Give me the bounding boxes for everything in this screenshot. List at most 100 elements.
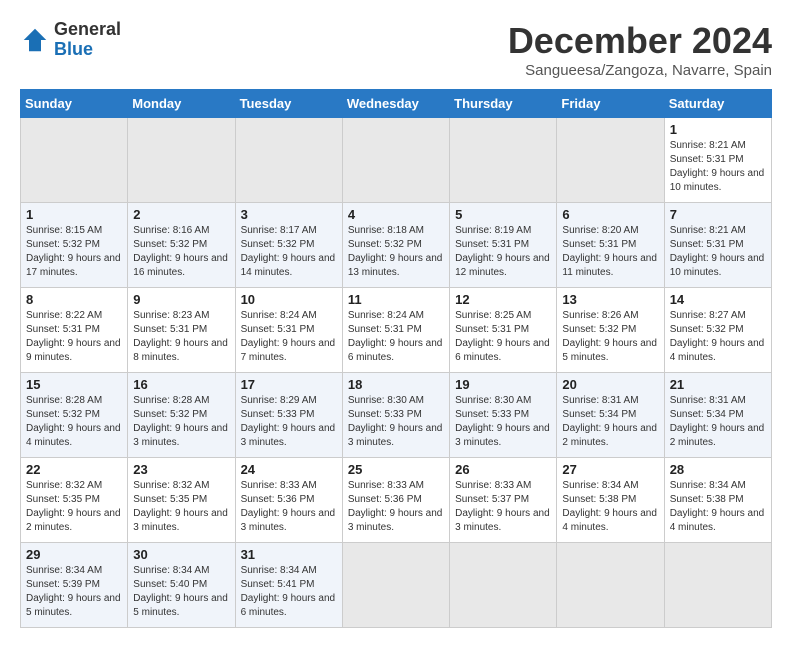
- calendar-cell: 27 Sunrise: 8:34 AMSunset: 5:38 PMDayligh…: [557, 458, 664, 543]
- calendar-cell: [664, 543, 771, 628]
- day-number: 27: [562, 462, 658, 477]
- day-info: Sunrise: 8:19 AMSunset: 5:31 PMDaylight:…: [455, 224, 551, 280]
- calendar-cell: 23 Sunrise: 8:32 AMSunset: 5:35 PMDayligh…: [128, 458, 235, 543]
- day-number: 1: [670, 122, 766, 137]
- calendar-cell: 25Sunrise: 8:33 AMSunset: 5:36 PMDayligh…: [342, 458, 449, 543]
- day-number: 24: [241, 462, 337, 477]
- calendar-cell: 26Sunrise: 8:33 AMSunset: 5:37 PMDayligh…: [450, 458, 557, 543]
- logo-blue: Blue: [54, 40, 121, 60]
- day-info: Sunrise: 8:29 AMSunset: 5:33 PMDaylight:…: [241, 394, 337, 450]
- calendar-cell: 4 Sunrise: 8:18 AMSunset: 5:32 PMDaylight…: [342, 203, 449, 288]
- day-info: Sunrise: 8:15 AMSunset: 5:32 PMDaylight:…: [26, 224, 122, 280]
- calendar-cell: [450, 543, 557, 628]
- day-number: 28: [670, 462, 766, 477]
- calendar-cell: 17 Sunrise: 8:29 AMSunset: 5:33 PMDayligh…: [235, 373, 342, 458]
- day-number: 31: [241, 547, 337, 562]
- page-header: General Blue December 2024 Sangueesa/Zan…: [20, 20, 772, 79]
- day-number: 17: [241, 377, 337, 392]
- calendar-cell: 21 Sunrise: 8:31 AMSunset: 5:34 PMDayligh…: [664, 373, 771, 458]
- day-number: 13: [562, 292, 658, 307]
- calendar-week-row: 15 Sunrise: 8:28 AMSunset: 5:32 PMDayligh…: [21, 373, 772, 458]
- day-number: 15: [26, 377, 122, 392]
- calendar-cell: 20 Sunrise: 8:31 AMSunset: 5:34 PMDayligh…: [557, 373, 664, 458]
- day-info: Sunrise: 8:27 AMSunset: 5:32 PMDaylight:…: [670, 309, 766, 365]
- calendar-cell: 19 Sunrise: 8:30 AMSunset: 5:33 PMDayligh…: [450, 373, 557, 458]
- day-number: 22: [26, 462, 122, 477]
- calendar-cell: [128, 118, 235, 203]
- day-number: 5: [455, 207, 551, 222]
- calendar-cell: 11 Sunrise: 8:24 AMSunset: 5:31 PMDayligh…: [342, 288, 449, 373]
- day-info: Sunrise: 8:26 AMSunset: 5:32 PMDaylight:…: [562, 309, 658, 365]
- calendar-cell: 13 Sunrise: 8:26 AMSunset: 5:32 PMDayligh…: [557, 288, 664, 373]
- day-number: 30: [133, 547, 229, 562]
- day-number: 16: [133, 377, 229, 392]
- calendar-cell: [342, 118, 449, 203]
- day-number: 20: [562, 377, 658, 392]
- day-info: Sunrise: 8:18 AMSunset: 5:32 PMDaylight:…: [348, 224, 444, 280]
- day-number: 1: [26, 207, 122, 222]
- day-info: Sunrise: 8:21 AMSunset: 5:31 PMDaylight:…: [670, 139, 766, 195]
- calendar-cell: [557, 543, 664, 628]
- day-info: Sunrise: 8:33 AMSunset: 5:37 PMDaylight:…: [455, 479, 551, 535]
- calendar-cell: 18 Sunrise: 8:30 AMSunset: 5:33 PMDayligh…: [342, 373, 449, 458]
- calendar-cell: 2Sunrise: 8:16 AMSunset: 5:32 PMDaylight…: [128, 203, 235, 288]
- calendar-cell: 1 Sunrise: 8:21 AMSunset: 5:31 PMDaylight…: [664, 118, 771, 203]
- calendar-cell: [342, 543, 449, 628]
- day-number: 10: [241, 292, 337, 307]
- day-info: Sunrise: 8:30 AMSunset: 5:33 PMDaylight:…: [348, 394, 444, 450]
- day-number: 9: [133, 292, 229, 307]
- month-title: December 2024: [508, 20, 772, 62]
- day-number: 23: [133, 462, 229, 477]
- calendar-cell: 1 Sunrise: 8:15 AMSunset: 5:32 PMDaylight…: [21, 203, 128, 288]
- day-info: Sunrise: 8:24 AMSunset: 5:31 PMDaylight:…: [348, 309, 444, 365]
- logo-icon: [20, 25, 50, 55]
- calendar-cell: 29Sunrise: 8:34 AMSunset: 5:39 PMDayligh…: [21, 543, 128, 628]
- calendar-cell: 3Sunrise: 8:17 AMSunset: 5:32 PMDaylight…: [235, 203, 342, 288]
- calendar-cell: [21, 118, 128, 203]
- day-info: Sunrise: 8:25 AMSunset: 5:31 PMDaylight:…: [455, 309, 551, 365]
- calendar-week-row: 22 Sunrise: 8:32 AMSunset: 5:35 PMDayligh…: [21, 458, 772, 543]
- calendar-cell: 28Sunrise: 8:34 AMSunset: 5:38 PMDayligh…: [664, 458, 771, 543]
- calendar-cell: 15 Sunrise: 8:28 AMSunset: 5:32 PMDayligh…: [21, 373, 128, 458]
- day-of-week-header: Thursday: [450, 90, 557, 118]
- calendar-cell: 14 Sunrise: 8:27 AMSunset: 5:32 PMDayligh…: [664, 288, 771, 373]
- day-number: 18: [348, 377, 444, 392]
- day-number: 4: [348, 207, 444, 222]
- day-number: 7: [670, 207, 766, 222]
- day-of-week-header: Wednesday: [342, 90, 449, 118]
- day-info: Sunrise: 8:31 AMSunset: 5:34 PMDaylight:…: [562, 394, 658, 450]
- day-info: Sunrise: 8:31 AMSunset: 5:34 PMDaylight:…: [670, 394, 766, 450]
- calendar-cell: 10Sunrise: 8:24 AMSunset: 5:31 PMDayligh…: [235, 288, 342, 373]
- day-number: 19: [455, 377, 551, 392]
- calendar-cell: 12Sunrise: 8:25 AMSunset: 5:31 PMDayligh…: [450, 288, 557, 373]
- day-info: Sunrise: 8:17 AMSunset: 5:32 PMDaylight:…: [241, 224, 337, 280]
- day-of-week-header: Saturday: [664, 90, 771, 118]
- day-info: Sunrise: 8:30 AMSunset: 5:33 PMDaylight:…: [455, 394, 551, 450]
- calendar-week-row: 1 Sunrise: 8:21 AMSunset: 5:31 PMDaylight…: [21, 118, 772, 203]
- logo: General Blue: [20, 20, 121, 60]
- day-info: Sunrise: 8:21 AMSunset: 5:31 PMDaylight:…: [670, 224, 766, 280]
- day-info: Sunrise: 8:32 AMSunset: 5:35 PMDaylight:…: [26, 479, 122, 535]
- day-info: Sunrise: 8:22 AMSunset: 5:31 PMDaylight:…: [26, 309, 122, 365]
- calendar-week-row: 8 Sunrise: 8:22 AMSunset: 5:31 PMDaylight…: [21, 288, 772, 373]
- logo-general: General: [54, 20, 121, 40]
- day-of-week-header: Tuesday: [235, 90, 342, 118]
- calendar-cell: 8 Sunrise: 8:22 AMSunset: 5:31 PMDaylight…: [21, 288, 128, 373]
- location: Sangueesa/Zangoza, Navarre, Spain: [508, 62, 772, 79]
- day-info: Sunrise: 8:34 AMSunset: 5:38 PMDaylight:…: [562, 479, 658, 535]
- calendar-cell: 30Sunrise: 8:34 AMSunset: 5:40 PMDayligh…: [128, 543, 235, 628]
- day-number: 21: [670, 377, 766, 392]
- day-number: 11: [348, 292, 444, 307]
- calendar-week-row: 29Sunrise: 8:34 AMSunset: 5:39 PMDayligh…: [21, 543, 772, 628]
- day-info: Sunrise: 8:28 AMSunset: 5:32 PMDaylight:…: [26, 394, 122, 450]
- day-info: Sunrise: 8:32 AMSunset: 5:35 PMDaylight:…: [133, 479, 229, 535]
- calendar-cell: 31Sunrise: 8:34 AMSunset: 5:41 PMDayligh…: [235, 543, 342, 628]
- day-number: 14: [670, 292, 766, 307]
- day-of-week-header: Sunday: [21, 90, 128, 118]
- calendar-cell: 16Sunrise: 8:28 AMSunset: 5:32 PMDayligh…: [128, 373, 235, 458]
- day-info: Sunrise: 8:23 AMSunset: 5:31 PMDaylight:…: [133, 309, 229, 365]
- calendar-cell: 7 Sunrise: 8:21 AMSunset: 5:31 PMDaylight…: [664, 203, 771, 288]
- logo-text: General Blue: [54, 20, 121, 60]
- day-number: 2: [133, 207, 229, 222]
- day-number: 8: [26, 292, 122, 307]
